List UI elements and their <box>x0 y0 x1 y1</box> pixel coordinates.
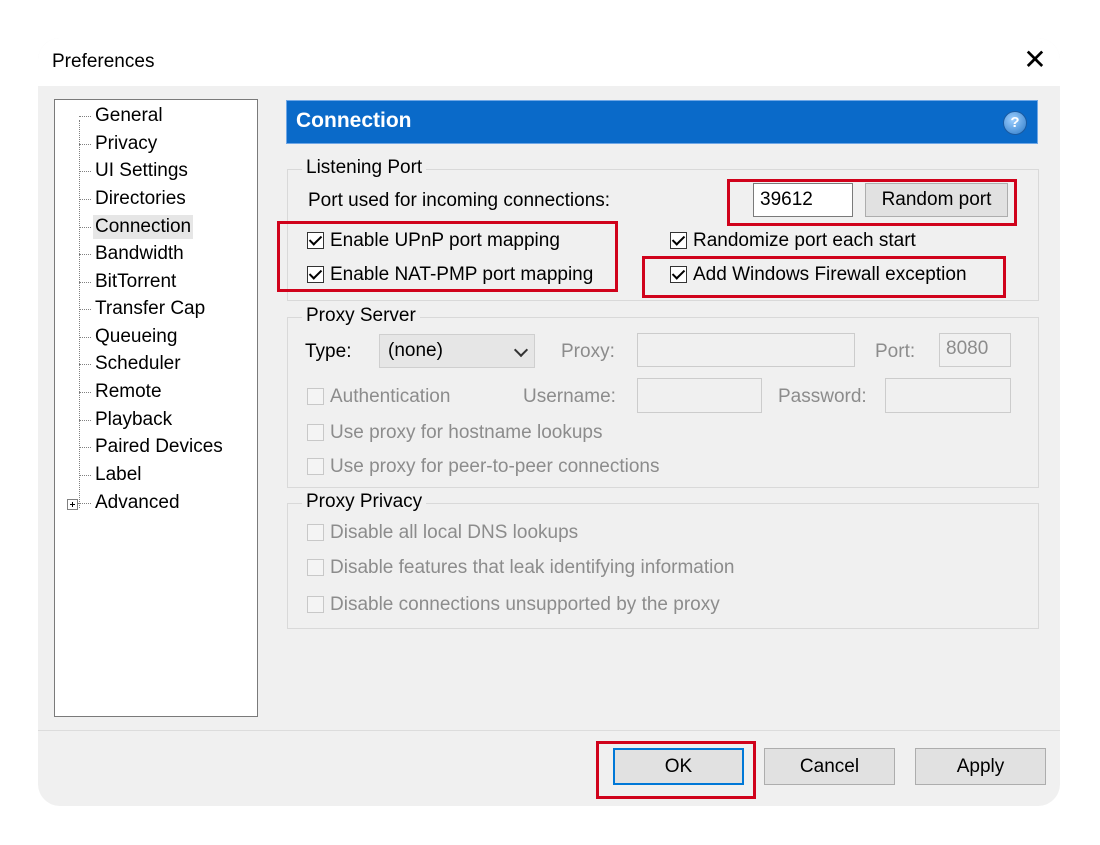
proxy-type-dropdown[interactable]: (none) <box>379 334 535 368</box>
apply-button[interactable]: Apply <box>915 748 1046 785</box>
preferences-tree: General Privacy UI Settings Directories … <box>54 99 258 717</box>
hostname-lookups-checkbox[interactable] <box>307 424 324 441</box>
random-port-button[interactable]: Random port <box>865 183 1008 217</box>
username-input[interactable] <box>637 378 762 413</box>
proxy-type-label: Type: <box>305 341 352 362</box>
chevron-down-icon <box>513 342 529 358</box>
sidebar-item-label[interactable]: Label <box>93 463 144 487</box>
sidebar-item-bittorrent[interactable]: BitTorrent <box>93 270 178 294</box>
tree-connector <box>79 171 91 172</box>
username-label: Username: <box>523 386 616 407</box>
authentication-label: Authentication <box>330 386 451 407</box>
sidebar-item-directories[interactable]: Directories <box>93 187 188 211</box>
proxy-type-value: (none) <box>388 340 443 361</box>
tree-connector <box>79 475 91 476</box>
p2p-proxy-checkbox[interactable] <box>307 458 324 475</box>
natpmp-label[interactable]: Enable NAT-PMP port mapping <box>330 264 593 286</box>
sidebar-item-privacy[interactable]: Privacy <box>93 132 159 156</box>
proxy-port-label: Port: <box>875 341 916 362</box>
upnp-checkbox[interactable] <box>307 232 324 249</box>
p2p-proxy-label: Use proxy for peer-to-peer connections <box>330 456 660 477</box>
disable-unsupported-checkbox[interactable] <box>307 596 324 613</box>
sidebar-item-connection[interactable]: Connection <box>93 215 194 239</box>
natpmp-checkbox[interactable] <box>307 266 324 283</box>
tree-connector <box>79 392 91 393</box>
tree-connector <box>77 503 91 504</box>
tree-connector <box>79 199 91 200</box>
tree-connector <box>79 337 91 338</box>
tree-connector <box>79 364 91 365</box>
firewall-exception-checkbox[interactable] <box>670 266 687 283</box>
close-icon[interactable]: ✕ <box>1020 44 1050 76</box>
title-bar: Preferences ✕ <box>38 38 1060 86</box>
proxy-server-group-label: Proxy Server <box>302 305 420 327</box>
footer-divider <box>38 730 1060 731</box>
listening-port-group-label: Listening Port <box>302 157 427 179</box>
section-title: Connection <box>296 109 412 132</box>
sidebar-item-playback[interactable]: Playback <box>93 408 174 432</box>
authentication-checkbox[interactable] <box>307 388 324 405</box>
sidebar-item-scheduler[interactable]: Scheduler <box>93 352 183 376</box>
hostname-lookups-label: Use proxy for hostname lookups <box>330 422 603 443</box>
tree-connector <box>79 120 80 508</box>
expand-plus-icon[interactable] <box>67 499 78 510</box>
sidebar-item-transfer-cap[interactable]: Transfer Cap <box>93 297 207 321</box>
help-icon[interactable]: ? <box>1003 111 1027 135</box>
port-input[interactable] <box>753 183 853 217</box>
password-input[interactable] <box>885 378 1011 413</box>
window-title: Preferences <box>52 51 155 72</box>
sidebar-item-bandwidth[interactable]: Bandwidth <box>93 242 186 266</box>
tree-connector <box>79 447 91 448</box>
sidebar-item-remote[interactable]: Remote <box>93 380 164 404</box>
randomize-port-label[interactable]: Randomize port each start <box>693 230 916 252</box>
sidebar-item-queueing[interactable]: Queueing <box>93 325 179 349</box>
tree-connector <box>79 282 91 283</box>
password-label: Password: <box>778 386 867 407</box>
ok-button[interactable]: OK <box>613 748 744 785</box>
upnp-label[interactable]: Enable UPnP port mapping <box>330 230 560 252</box>
preferences-dialog: Preferences ✕ General Privacy UI Setting… <box>38 38 1060 806</box>
sidebar-item-ui-settings[interactable]: UI Settings <box>93 159 190 183</box>
tree-connector <box>79 309 91 310</box>
randomize-port-checkbox[interactable] <box>670 232 687 249</box>
proxy-host-label: Proxy: <box>561 341 615 362</box>
disable-dns-label: Disable all local DNS lookups <box>330 522 579 543</box>
proxy-port-input[interactable]: 8080 <box>939 333 1011 367</box>
proxy-host-input[interactable] <box>637 333 855 367</box>
sidebar-item-paired-devices[interactable]: Paired Devices <box>93 435 225 459</box>
tree-connector <box>79 144 91 145</box>
tree-connector <box>79 227 91 228</box>
disable-dns-checkbox[interactable] <box>307 524 324 541</box>
sidebar-item-general[interactable]: General <box>93 104 165 128</box>
sidebar-item-advanced[interactable]: Advanced <box>93 491 182 515</box>
disable-leak-label: Disable features that leak identifying i… <box>330 557 735 578</box>
tree-connector <box>79 254 91 255</box>
port-label: Port used for incoming connections: <box>308 190 611 211</box>
disable-leak-checkbox[interactable] <box>307 559 324 576</box>
section-header: Connection ? <box>286 100 1038 144</box>
disable-unsupported-label: Disable connections unsupported by the p… <box>330 594 720 615</box>
tree-connector <box>79 420 91 421</box>
proxy-privacy-group-label: Proxy Privacy <box>302 491 427 513</box>
tree-connector <box>79 116 91 117</box>
cancel-button[interactable]: Cancel <box>764 748 895 785</box>
firewall-exception-label[interactable]: Add Windows Firewall exception <box>693 264 967 286</box>
